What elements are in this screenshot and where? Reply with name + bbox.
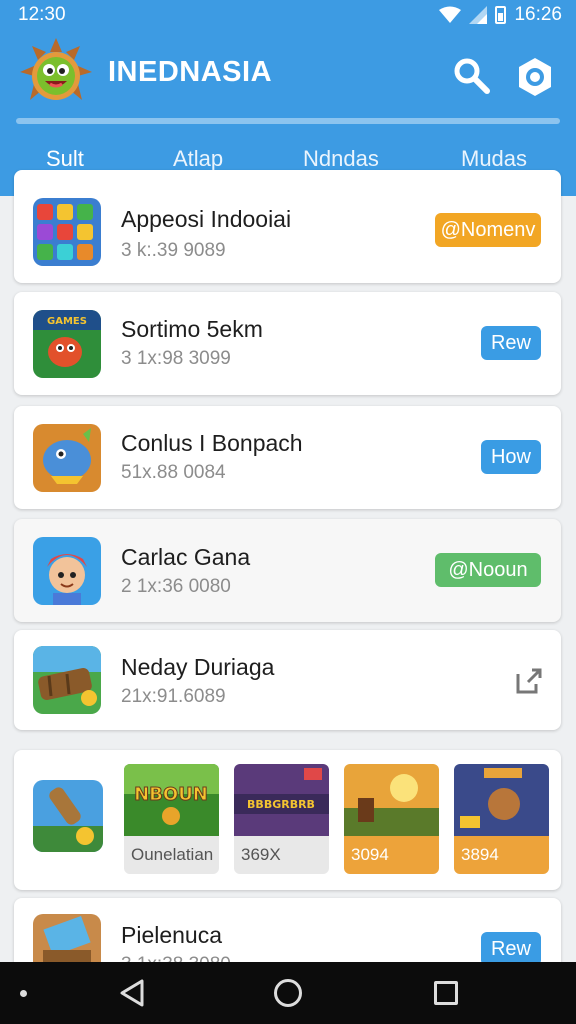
home-icon[interactable]	[274, 979, 302, 1007]
featured-tile[interactable]: 3094	[344, 764, 439, 874]
signal-icon	[469, 6, 488, 24]
rew-button[interactable]: Rew	[481, 932, 541, 966]
game-meta: 3 k:.39 9089	[121, 240, 226, 261]
tab-mudas[interactable]: Mudas	[461, 146, 527, 172]
dragon-game-icon: GAMES	[33, 310, 101, 378]
featured-label: 3894	[454, 836, 549, 874]
log-game-icon	[33, 646, 101, 714]
featured-art-title: NBOUN	[134, 784, 208, 805]
tab-ndndas[interactable]: Ndndas	[303, 146, 379, 172]
featured-tile[interactable]: BBBGRBRB 369X	[234, 764, 329, 874]
status-bar: 12:30 16:26	[0, 0, 576, 32]
back-icon[interactable]	[118, 978, 148, 1008]
status-icons: 16:26	[439, 4, 562, 26]
creature-game-icon	[33, 424, 101, 492]
game-title: Appeosi Indooiai	[121, 206, 292, 232]
featured-tile[interactable]: 3894	[454, 764, 549, 874]
game-title: Conlus I Bonpach	[121, 430, 303, 456]
featured-label: Ounelatian	[124, 836, 219, 874]
dot-icon	[20, 990, 27, 997]
featured-art: NBOUN	[124, 764, 219, 836]
game-card[interactable]: GAMES Sortimo 5ekm 3 1x:98 3099 Rew	[14, 292, 561, 395]
featured-art	[344, 764, 439, 836]
featured-art: BBBGRBRB	[234, 764, 329, 836]
featured-tile[interactable]: NBOUN Ounelatian	[124, 764, 219, 874]
rew-button[interactable]: Rew	[481, 326, 541, 360]
game-card[interactable]: Conlus I Bonpach 51x.88 0084 How	[14, 406, 561, 509]
game-meta: 51x.88 0084	[121, 462, 226, 483]
app-header: 12:30 16:26 INEDNASIA Sult Atlap Ndndas …	[0, 0, 576, 196]
game-meta: 3 1x:98 3099	[121, 348, 231, 369]
game-card[interactable]: Carlac Gana 2 1x:36 0080 @Nooun	[14, 519, 561, 622]
featured-label: 369X	[234, 836, 329, 874]
recent-apps-icon[interactable]	[434, 981, 458, 1005]
settings-icon[interactable]	[514, 56, 556, 98]
tab-atlap[interactable]: Atlap	[173, 146, 223, 172]
game-mascot-logo	[20, 38, 92, 100]
install-button[interactable]: @Nomenv	[435, 213, 541, 247]
share-icon[interactable]	[514, 666, 544, 696]
how-button[interactable]: How	[481, 440, 541, 474]
puzzle-game-icon	[33, 198, 101, 266]
search-icon[interactable]	[452, 56, 492, 96]
game-title: Pielenuca	[121, 922, 223, 948]
tab-sult[interactable]: Sult	[46, 146, 84, 172]
game-meta: 2 1x:36 0080	[121, 576, 231, 597]
game-card[interactable]: Neday Duriaga 21x:91.6089	[14, 630, 561, 730]
game-title: Carlac Gana	[121, 544, 251, 570]
character-game-icon	[33, 537, 101, 605]
featured-art-title: BBBGRBRB	[247, 798, 315, 811]
install-button[interactable]: @Nooun	[435, 553, 541, 587]
status-time: 12:30	[18, 4, 66, 25]
header-divider	[16, 118, 560, 124]
featured-art	[454, 764, 549, 836]
featured-label: 3094	[344, 836, 439, 874]
navigation-bar	[0, 962, 576, 1024]
app-screen: 12:30 16:26 INEDNASIA Sult Atlap Ndndas …	[0, 0, 576, 1024]
game-meta: 21x:91.6089	[121, 686, 226, 707]
status-clock: 16:26	[514, 4, 562, 25]
game-title: Sortimo 5ekm	[121, 316, 263, 342]
featured-section: NBOUN Ounelatian BBBGRBRB 369X 3094 3894	[14, 750, 561, 890]
game-title: Neday Duriaga	[121, 654, 275, 680]
battery-icon	[495, 6, 507, 24]
wifi-icon	[439, 6, 462, 23]
game-card[interactable]: Appeosi Indooiai 3 k:.39 9089 @Nomenv	[14, 170, 561, 283]
svg-text:GAMES: GAMES	[47, 316, 87, 327]
log-cannon-icon[interactable]	[33, 780, 103, 852]
app-title: INEDNASIA	[108, 56, 273, 88]
